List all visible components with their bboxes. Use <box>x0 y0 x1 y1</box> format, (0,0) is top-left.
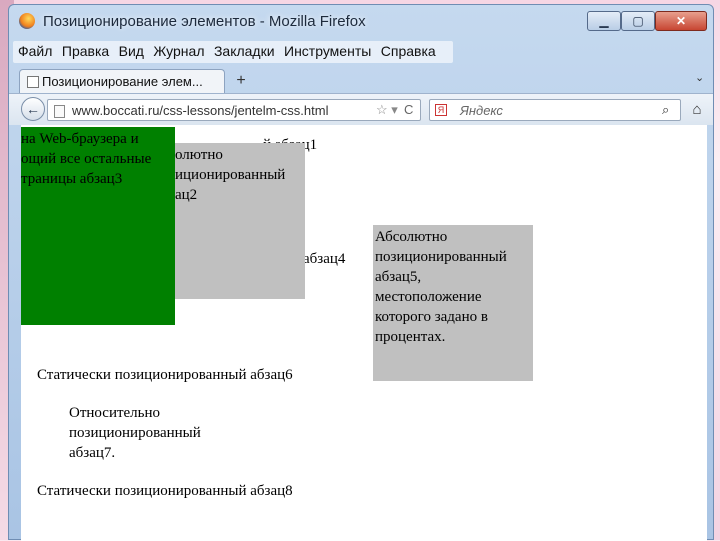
close-button[interactable]: ✕ <box>655 11 707 31</box>
window-title: Позиционирование элементов - Mozilla Fir… <box>43 13 366 30</box>
search-icon[interactable]: ⌕ <box>662 102 669 118</box>
menu-help[interactable]: Справка <box>376 41 436 59</box>
menu-edit[interactable]: Правка <box>57 41 109 59</box>
bookmark-star-icon[interactable]: ☆ ▾ <box>376 102 398 118</box>
tab-list-chevron-icon[interactable]: ⌄ <box>695 71 704 84</box>
relative-paragraph-7: Относительно позиционированный абзац7. <box>69 405 201 461</box>
home-button[interactable]: ⌂ <box>687 99 707 121</box>
navigation-toolbar: ← www.boccati.ru/css-lessons/jentelm-css… <box>9 93 713 125</box>
abs2-line-3: ац2 <box>175 187 198 203</box>
menu-file[interactable]: Файл <box>13 41 52 59</box>
tab-active[interactable]: Позиционирование элем... <box>19 69 225 93</box>
menu-bookmarks[interactable]: Закладки <box>209 41 275 59</box>
absolute-paragraph-2: олютно иционированный ац2 <box>175 143 305 299</box>
static-paragraph-6: Статически позиционированный абзац6 <box>37 367 293 383</box>
url-text[interactable]: www.boccati.ru/css-lessons/jentelm-css.h… <box>72 103 328 118</box>
abs2-line-2: иционированный <box>175 167 286 183</box>
tab-strip: Позиционирование элем... + ⌄ <box>9 65 713 93</box>
absolute-paragraph-3: на Web-браузера и ощий все остальные тра… <box>21 127 175 325</box>
search-bar[interactable]: Я Яндекс ⌕ <box>429 99 681 121</box>
back-button[interactable]: ← <box>21 97 45 121</box>
firefox-icon <box>19 13 35 29</box>
menu-tools[interactable]: Инструменты <box>279 41 371 59</box>
browser-window: Позиционирование элементов - Mozilla Fir… <box>8 4 714 541</box>
yandex-icon[interactable]: Я <box>435 104 447 116</box>
abs3-line-3: траницы абзац3 <box>21 171 123 187</box>
paragraph-4: абзац4 <box>303 251 346 267</box>
address-bar[interactable]: www.boccati.ru/css-lessons/jentelm-css.h… <box>47 99 421 121</box>
tab-label: Позиционирование элем... <box>42 74 203 89</box>
abs5-text: Абсолютно позиционированный абзац5, мест… <box>375 229 507 345</box>
menu-view[interactable]: Вид <box>114 41 144 59</box>
title-bar[interactable]: Позиционирование элементов - Mozilla Fir… <box>9 5 713 39</box>
menu-history[interactable]: Журнал <box>148 41 204 59</box>
reload-icon[interactable]: C <box>404 102 413 117</box>
static-paragraph-8: Статически позиционированный абзац8 <box>37 483 293 499</box>
abs2-line-1: олютно <box>175 147 223 163</box>
search-input[interactable]: Яндекс <box>460 103 503 118</box>
minimize-button[interactable]: ▁ <box>587 11 621 31</box>
abs3-line-1: на Web-браузера и <box>21 131 139 147</box>
absolute-paragraph-5: Абсолютно позиционированный абзац5, мест… <box>373 225 533 381</box>
page-icon <box>54 105 65 118</box>
maximize-button[interactable]: ▢ <box>621 11 655 31</box>
page-icon <box>27 76 39 88</box>
menu-bar: Файл Правка Вид Журнал Закладки Инструме… <box>13 41 453 63</box>
page-content: й абзац1 абзац4 олютно иционированный ац… <box>21 125 707 541</box>
abs3-line-2: ощий все остальные <box>21 151 152 167</box>
new-tab-button[interactable]: + <box>231 71 251 91</box>
